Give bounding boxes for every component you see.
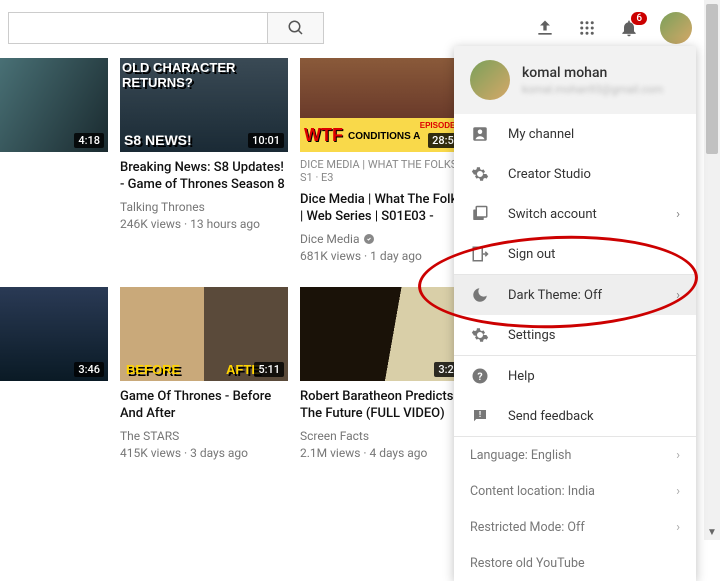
apps-icon[interactable] <box>576 17 598 39</box>
verified-icon <box>363 233 375 245</box>
duration-badge: 4:18 <box>74 133 104 148</box>
moon-icon <box>470 285 490 305</box>
video-title: here <box>0 389 108 406</box>
search-icon <box>285 17 307 39</box>
menu-item-restore-old[interactable]: Restore old YouTube <box>454 545 696 581</box>
duration-badge: 5:11 <box>254 362 284 377</box>
account-icon <box>470 124 490 144</box>
menu-label: Send feedback <box>508 409 594 424</box>
menu-item-creator-studio[interactable]: Creator Studio <box>454 154 696 194</box>
duration-badge: 3:46 <box>74 362 104 377</box>
video-card[interactable]: WTF CONDITIONS A EPISODE 3 28:56 DICE ME… <box>300 58 468 263</box>
menu-item-dark-theme[interactable]: Dark Theme: Off › <box>454 275 696 315</box>
menu-label: Restricted Mode: Off <box>470 520 676 535</box>
menu-item-settings[interactable]: Settings <box>454 315 696 355</box>
channel-name[interactable]: Dice Media <box>300 232 468 246</box>
video-card[interactable]: 3:46 here <box>0 287 108 460</box>
video-title: Dice Media | What The Folks | Web Series… <box>300 192 468 226</box>
chevron-right-icon: › <box>676 520 680 535</box>
scrollbar-thumb[interactable] <box>706 4 718 154</box>
menu-header: komal mohan komal.mohan93@gmail.com <box>454 46 696 114</box>
menu-label: Restore old YouTube <box>470 556 680 571</box>
thumb-overlay-text: WTF <box>304 125 343 146</box>
video-card[interactable]: 3:23 Robert Baratheon Predicts The Futur… <box>300 287 468 460</box>
menu-item-my-channel[interactable]: My channel <box>454 114 696 154</box>
chevron-right-icon: › <box>676 288 680 303</box>
search-button[interactable] <box>268 12 324 44</box>
feedback-icon: ! <box>470 406 490 426</box>
menu-label: Settings <box>508 328 555 343</box>
video-meta: 246K views · 13 hours ago <box>120 217 288 231</box>
scroll-down-icon[interactable]: ▼ <box>704 524 720 540</box>
search-wrap <box>8 12 324 44</box>
video-title: Robert Baratheon Predicts The Future (FU… <box>300 389 468 423</box>
menu-label: Language: English <box>470 448 676 463</box>
upload-icon[interactable] <box>534 17 556 39</box>
menu-item-feedback[interactable]: ! Send feedback <box>454 396 696 436</box>
menu-label: Creator Studio <box>508 167 591 182</box>
menu-label: Content location: India <box>470 484 676 499</box>
gear-icon <box>470 164 490 184</box>
svg-text:!: ! <box>479 410 481 420</box>
scrollbar[interactable]: ▲ ▼ <box>704 0 720 540</box>
channel-name[interactable]: Talking Thrones <box>120 200 288 214</box>
menu-item-language[interactable]: Language: English› <box>454 437 696 473</box>
thumb-overlay-text: BEFORE <box>126 362 180 377</box>
user-name: komal mohan <box>522 65 663 81</box>
avatar[interactable] <box>660 12 692 44</box>
menu-item-switch-account[interactable]: Switch account › <box>454 194 696 234</box>
thumb-overlay-text: S8 NEWS! <box>124 132 192 148</box>
video-card[interactable]: 4:18 ove <box>0 58 108 263</box>
search-input[interactable] <box>8 12 268 44</box>
gear-icon <box>470 325 490 345</box>
thumb-overlay-text: OLD CHARACTER RETURNS? <box>122 60 288 90</box>
chevron-right-icon: › <box>676 484 680 499</box>
channel-name[interactable]: The STARS <box>120 429 288 443</box>
video-card[interactable]: OLD CHARACTER RETURNS? S8 NEWS! 10:01 Br… <box>120 58 288 263</box>
user-email: komal.mohan93@gmail.com <box>522 83 663 96</box>
duration-badge: 10:01 <box>248 133 284 148</box>
account-menu: komal mohan komal.mohan93@gmail.com My c… <box>454 46 696 581</box>
help-icon: ? <box>470 366 490 386</box>
chevron-right-icon: › <box>676 207 680 222</box>
notifications-icon[interactable]: 6 <box>618 17 640 39</box>
menu-label: Help <box>508 369 535 384</box>
menu-item-help[interactable]: ? Help <box>454 356 696 396</box>
exit-icon <box>470 244 490 264</box>
video-title: ove <box>0 160 108 177</box>
avatar[interactable] <box>470 60 510 100</box>
thumb-overlay-text: CONDITIONS A <box>348 131 420 142</box>
video-title: Breaking News: S8 Updates! - Game of Thr… <box>120 160 288 194</box>
notification-badge: 6 <box>631 12 647 25</box>
svg-text:?: ? <box>477 370 482 383</box>
video-card[interactable]: BEFORE AFTE 5:11 Game Of Thrones - Befor… <box>120 287 288 460</box>
menu-label: Dark Theme: Off <box>508 288 602 303</box>
video-meta: 2.1M views · 4 days ago <box>300 446 468 460</box>
video-kicker: DICE MEDIA | WHAT THE FOLKS S1 · E3 <box>300 158 468 184</box>
menu-label: Switch account <box>508 207 597 222</box>
menu-item-location[interactable]: Content location: India› <box>454 473 696 509</box>
video-title: Game Of Thrones - Before And After <box>120 389 288 423</box>
channel-name[interactable]: Screen Facts <box>300 429 468 443</box>
menu-label: My channel <box>508 127 574 142</box>
switch-account-icon <box>470 204 490 224</box>
menu-label: Sign out <box>508 247 555 262</box>
chevron-right-icon: › <box>676 448 680 463</box>
video-meta: 681K views · 1 day ago <box>300 249 468 263</box>
header-right: 6 <box>534 12 712 44</box>
video-meta: 415K views · 3 days ago <box>120 446 288 460</box>
menu-item-sign-out[interactable]: Sign out <box>454 234 696 274</box>
